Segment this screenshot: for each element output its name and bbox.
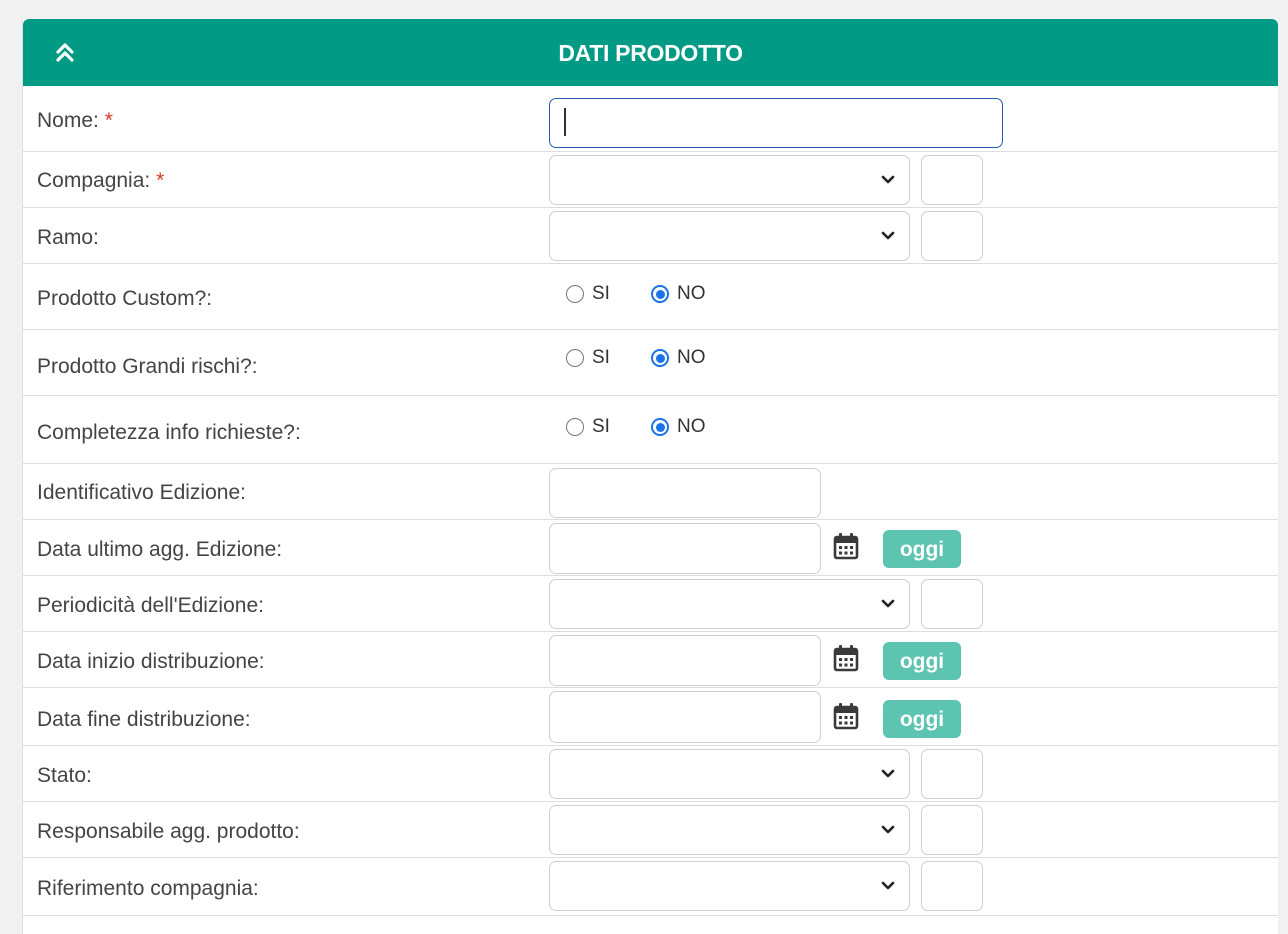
row-data-inizio-distribuzione: Data inizio distribuzione: oggi bbox=[23, 632, 1278, 688]
required-marker: * bbox=[156, 169, 165, 192]
calendar-icon[interactable] bbox=[833, 702, 859, 730]
riferimento-compagnia-label: Riferimento compagnia: bbox=[37, 877, 259, 900]
row-compagnia: Compagnia: * bbox=[23, 152, 1278, 208]
riferimento-compagnia-code-input[interactable] bbox=[921, 861, 983, 911]
radio-indicator-selected bbox=[651, 418, 669, 436]
chevron-down-icon bbox=[881, 825, 895, 834]
periodicita-edizione-code-input[interactable] bbox=[921, 579, 983, 629]
oggi-button[interactable]: oggi bbox=[883, 700, 961, 738]
row-responsabile-agg: Responsabile agg. prodotto: bbox=[23, 802, 1278, 858]
chevron-down-icon bbox=[881, 599, 895, 608]
row-grandi-rischi: Prodotto Grandi rischi?: SI NO bbox=[23, 330, 1278, 396]
row-nome: Nome: * bbox=[23, 86, 1278, 152]
panel-header: DATI PRODOTTO bbox=[23, 19, 1278, 86]
prodotto-custom-label: Prodotto Custom?: bbox=[37, 287, 213, 310]
prodotto-custom-si-radio[interactable]: SI bbox=[566, 279, 610, 309]
row-riferimento-compagnia: Riferimento compagnia: bbox=[23, 858, 1278, 916]
chevron-down-icon bbox=[881, 769, 895, 778]
row-periodicita-edizione: Periodicità dell'Edizione: bbox=[23, 576, 1278, 632]
grandi-rischi-label: Prodotto Grandi rischi?: bbox=[37, 355, 258, 378]
panel-title: DATI PRODOTTO bbox=[558, 40, 743, 66]
data-fine-distribuzione-input[interactable] bbox=[549, 691, 821, 743]
row-identificativo-edizione: Identificativo Edizione: bbox=[23, 464, 1278, 520]
row-data-ultimo-agg: Data ultimo agg. Edizione: oggi bbox=[23, 520, 1278, 576]
nome-label: Nome: * bbox=[37, 109, 113, 132]
nome-input[interactable] bbox=[549, 98, 1003, 148]
row-completezza-info: Completezza info richieste?: SI NO bbox=[23, 396, 1278, 464]
data-inizio-distribuzione-label: Data inizio distribuzione: bbox=[37, 650, 265, 673]
radio-label: NO bbox=[677, 283, 706, 304]
prodotto-custom-no-radio[interactable]: NO bbox=[651, 279, 706, 309]
dati-prodotto-panel: DATI PRODOTTO Nome: * Compagnia: * Ramo:… bbox=[22, 19, 1278, 934]
radio-label: NO bbox=[677, 347, 706, 368]
data-inizio-distribuzione-input[interactable] bbox=[549, 635, 821, 686]
chevron-down-icon bbox=[881, 231, 895, 240]
ramo-select[interactable] bbox=[549, 211, 910, 261]
row-data-fine-distribuzione: Data fine distribuzione: oggi bbox=[23, 688, 1278, 746]
radio-indicator-selected bbox=[651, 285, 669, 303]
radio-label: SI bbox=[592, 283, 610, 304]
row-ramo: Ramo: bbox=[23, 208, 1278, 264]
completezza-info-no-radio[interactable]: NO bbox=[651, 412, 706, 442]
row-stato: Stato: bbox=[23, 746, 1278, 802]
compagnia-code-input[interactable] bbox=[921, 155, 983, 205]
riferimento-compagnia-select[interactable] bbox=[549, 861, 910, 911]
oggi-button[interactable]: oggi bbox=[883, 530, 961, 568]
stato-select[interactable] bbox=[549, 749, 910, 799]
grandi-rischi-no-radio[interactable]: NO bbox=[651, 343, 706, 373]
responsabile-agg-code-input[interactable] bbox=[921, 805, 983, 855]
chevron-down-icon bbox=[881, 881, 895, 890]
grandi-rischi-si-radio[interactable]: SI bbox=[566, 343, 610, 373]
calendar-icon[interactable] bbox=[833, 532, 859, 560]
identificativo-edizione-label: Identificativo Edizione: bbox=[37, 481, 246, 504]
completezza-info-label: Completezza info richieste?: bbox=[37, 421, 301, 444]
oggi-button[interactable]: oggi bbox=[883, 642, 961, 680]
periodicita-edizione-label: Periodicità dell'Edizione: bbox=[37, 594, 264, 617]
responsabile-agg-select[interactable] bbox=[549, 805, 910, 855]
row-prodotto-custom: Prodotto Custom?: SI NO bbox=[23, 264, 1278, 330]
stato-label: Stato: bbox=[37, 764, 92, 787]
completezza-info-si-radio[interactable]: SI bbox=[566, 412, 610, 442]
calendar-icon[interactable] bbox=[833, 644, 859, 672]
periodicita-edizione-select[interactable] bbox=[549, 579, 910, 629]
ramo-label: Ramo: bbox=[37, 226, 99, 249]
data-ultimo-agg-label: Data ultimo agg. Edizione: bbox=[37, 538, 283, 561]
radio-label: SI bbox=[592, 416, 610, 437]
data-ultimo-agg-input[interactable] bbox=[549, 523, 821, 574]
radio-indicator bbox=[566, 349, 584, 367]
responsabile-agg-label: Responsabile agg. prodotto: bbox=[37, 820, 300, 843]
radio-indicator-selected bbox=[651, 349, 669, 367]
radio-label: SI bbox=[592, 347, 610, 368]
radio-indicator bbox=[566, 285, 584, 303]
text-cursor bbox=[564, 108, 566, 136]
data-fine-distribuzione-label: Data fine distribuzione: bbox=[37, 708, 251, 731]
chevron-down-icon bbox=[881, 175, 895, 184]
identificativo-edizione-input[interactable] bbox=[549, 468, 821, 518]
radio-label: NO bbox=[677, 416, 706, 437]
radio-indicator bbox=[566, 418, 584, 436]
ramo-code-input[interactable] bbox=[921, 211, 983, 261]
required-marker: * bbox=[104, 109, 113, 132]
stato-code-input[interactable] bbox=[921, 749, 983, 799]
compagnia-label: Compagnia: * bbox=[37, 169, 165, 192]
compagnia-select[interactable] bbox=[549, 155, 910, 205]
